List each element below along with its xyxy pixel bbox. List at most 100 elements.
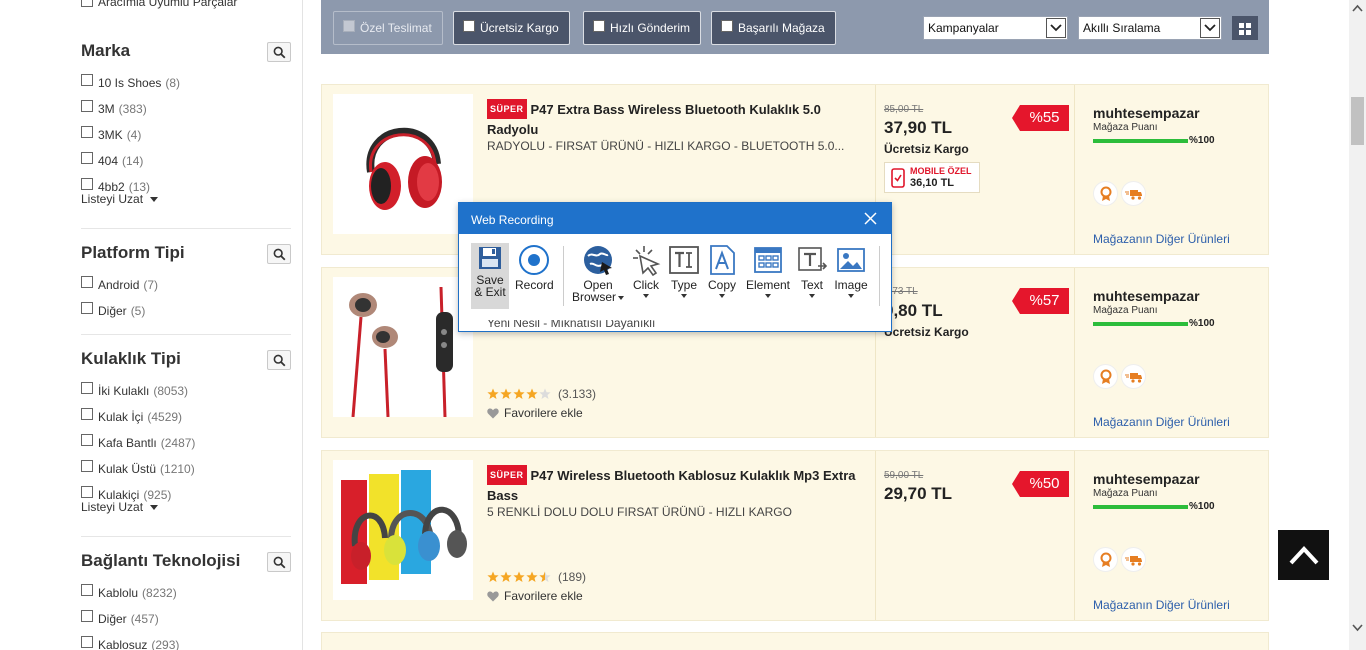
add-to-favorites[interactable]: Favorilere ekle: [487, 589, 583, 603]
close-icon[interactable]: [864, 212, 877, 225]
checkbox[interactable]: [81, 382, 93, 394]
facet-search-button[interactable]: [267, 350, 291, 370]
product-image[interactable]: [333, 94, 473, 234]
open-browser-button[interactable]: Open Browser: [571, 244, 625, 303]
type-button[interactable]: Type: [667, 244, 701, 298]
dialog-titlebar[interactable]: Web Recording: [459, 203, 891, 234]
facet-option[interactable]: 3M (383): [81, 96, 291, 122]
facet-option[interactable]: Diğer (457): [81, 606, 291, 632]
add-to-favorites[interactable]: Favorilere ekle: [487, 406, 583, 420]
copy-button[interactable]: Copy: [705, 244, 739, 298]
facet-option[interactable]: Kulak İçi (4529): [81, 404, 291, 430]
element-button[interactable]: Element: [745, 244, 791, 298]
facet-option-cut[interactable]: Aracımla Uyumlu Parçalar: [81, 0, 237, 9]
facet-search-button[interactable]: [267, 42, 291, 62]
checkbox[interactable]: [81, 408, 93, 420]
record-button[interactable]: Record: [515, 244, 554, 291]
checkbox[interactable]: [81, 276, 93, 288]
checkbox[interactable]: [81, 302, 93, 314]
facet-option[interactable]: İki Kulaklı (8053): [81, 378, 291, 404]
checkbox[interactable]: [81, 460, 93, 472]
facet-option[interactable]: Kafa Bantlı (2487): [81, 430, 291, 456]
text-button[interactable]: Text: [795, 244, 829, 298]
sort-select[interactable]: Akıllı Sıralama: [1078, 16, 1222, 40]
facet-option[interactable]: 10 Is Shoes (8): [81, 70, 291, 96]
option-count: (2487): [160, 436, 196, 450]
price-column: 59,00 TL 29,70 TL %50: [875, 451, 1075, 620]
product-title[interactable]: SÜPER P47 Extra Bass Wireless Bluetooth K…: [487, 99, 857, 139]
facet-option[interactable]: Diğer (5): [81, 298, 291, 324]
back-to-top-button[interactable]: [1278, 530, 1329, 580]
checkbox[interactable]: [81, 584, 93, 596]
dropdown-arrow-icon[interactable]: [809, 294, 815, 298]
expand-list-link[interactable]: Listeyi Uzat: [81, 500, 291, 514]
option-count: (383): [118, 102, 147, 116]
facet-option[interactable]: 3MK (4): [81, 122, 291, 148]
facet-option[interactable]: Kablosuz (293): [81, 632, 291, 650]
store-other-products-link[interactable]: Mağazanın Diğer Ürünleri: [1093, 598, 1230, 612]
checkbox[interactable]: [593, 20, 605, 32]
dropdown-arrow-icon[interactable]: [681, 294, 687, 298]
option-count: (4): [126, 128, 142, 142]
checkbox[interactable]: [81, 100, 93, 112]
checkbox[interactable]: [343, 20, 355, 32]
image-button[interactable]: Image: [833, 244, 869, 298]
checkbox[interactable]: [81, 434, 93, 446]
store-name[interactable]: muhtesempazar: [1093, 105, 1200, 121]
checkbox[interactable]: [81, 126, 93, 138]
facet-option[interactable]: Android (7): [81, 272, 291, 298]
store-name[interactable]: muhtesempazar: [1093, 288, 1200, 304]
dropdown-arrow-icon[interactable]: [765, 294, 771, 298]
click-button[interactable]: Click: [629, 244, 663, 298]
checkbox[interactable]: [721, 20, 733, 32]
facet-connection: Bağlantı Teknolojisi Kablolu (8232) Diğer…: [81, 550, 291, 650]
chevron-down-icon[interactable]: [1200, 18, 1220, 38]
product-card[interactable]: SÜPER P47 Wireless Bluetooth Kablosuz Kul…: [321, 450, 1269, 621]
vertical-scrollbar[interactable]: [1349, 0, 1366, 650]
product-card[interactable]: [321, 632, 1269, 650]
store-other-products-link[interactable]: Mağazanın Diğer Ürünleri: [1093, 415, 1230, 429]
checkbox[interactable]: [463, 20, 475, 32]
campaign-select[interactable]: Kampanyalar: [923, 16, 1068, 40]
filter-chip-special-delivery[interactable]: Özel Teslimat: [333, 11, 443, 45]
checkbox[interactable]: [81, 152, 93, 164]
store-other-products-link[interactable]: Mağazanın Diğer Ürünleri: [1093, 232, 1230, 246]
save-exit-button[interactable]: Save & Exit: [471, 243, 509, 309]
price: 9,80 TL: [884, 301, 943, 320]
filter-chip-successful-store[interactable]: Başarılı Mağaza: [711, 11, 836, 45]
filter-chip-fast-dispatch[interactable]: Hızlı Gönderim: [583, 11, 702, 45]
checkbox[interactable]: [81, 74, 93, 86]
grid-view-icon[interactable]: [1232, 16, 1258, 40]
facet-search-button[interactable]: [267, 552, 291, 572]
dropdown-arrow-icon[interactable]: [719, 294, 725, 298]
facet-title: Bağlantı Teknolojisi: [81, 551, 241, 570]
checkbox[interactable]: [81, 636, 93, 648]
tool-label: Type: [670, 278, 697, 292]
scroll-up-icon[interactable]: [1352, 4, 1363, 12]
product-image[interactable]: [333, 460, 473, 600]
facet-option[interactable]: 404 (14): [81, 148, 291, 174]
filter-chip-free-shipping[interactable]: Ücretsiz Kargo: [453, 11, 570, 45]
super-badge: SÜPER: [487, 465, 527, 485]
facet-option[interactable]: Kulak Üstü (1210): [81, 456, 291, 482]
product-title[interactable]: SÜPER P47 Wireless Bluetooth Kablosuz Kul…: [487, 465, 857, 505]
filter-bar: Özel Teslimat Ücretsiz Kargo Hızlı Gönde…: [321, 0, 1269, 54]
expand-list-link[interactable]: Listeyi Uzat: [81, 192, 291, 206]
dropdown-arrow-icon[interactable]: [848, 294, 854, 298]
facet-option[interactable]: Kablolu (8232): [81, 580, 291, 606]
scroll-down-icon[interactable]: [1352, 624, 1363, 632]
star-half-icon: [539, 571, 551, 582]
store-name[interactable]: muhtesempazar: [1093, 471, 1200, 487]
facet-search-button[interactable]: [267, 244, 291, 264]
product-rating: (3.133): [487, 387, 596, 401]
checkbox[interactable]: [81, 178, 93, 190]
dropdown-arrow-icon[interactable]: [618, 295, 624, 300]
checkbox[interactable]: [81, 0, 93, 7]
dropdown-arrow-icon[interactable]: [643, 294, 649, 298]
product-image[interactable]: [333, 277, 473, 418]
facet-title: Kulaklık Tipi: [81, 349, 181, 368]
checkbox[interactable]: [81, 610, 93, 622]
checkbox[interactable]: [81, 486, 93, 498]
chevron-down-icon[interactable]: [1046, 18, 1066, 38]
scrollbar-thumb[interactable]: [1351, 97, 1364, 145]
